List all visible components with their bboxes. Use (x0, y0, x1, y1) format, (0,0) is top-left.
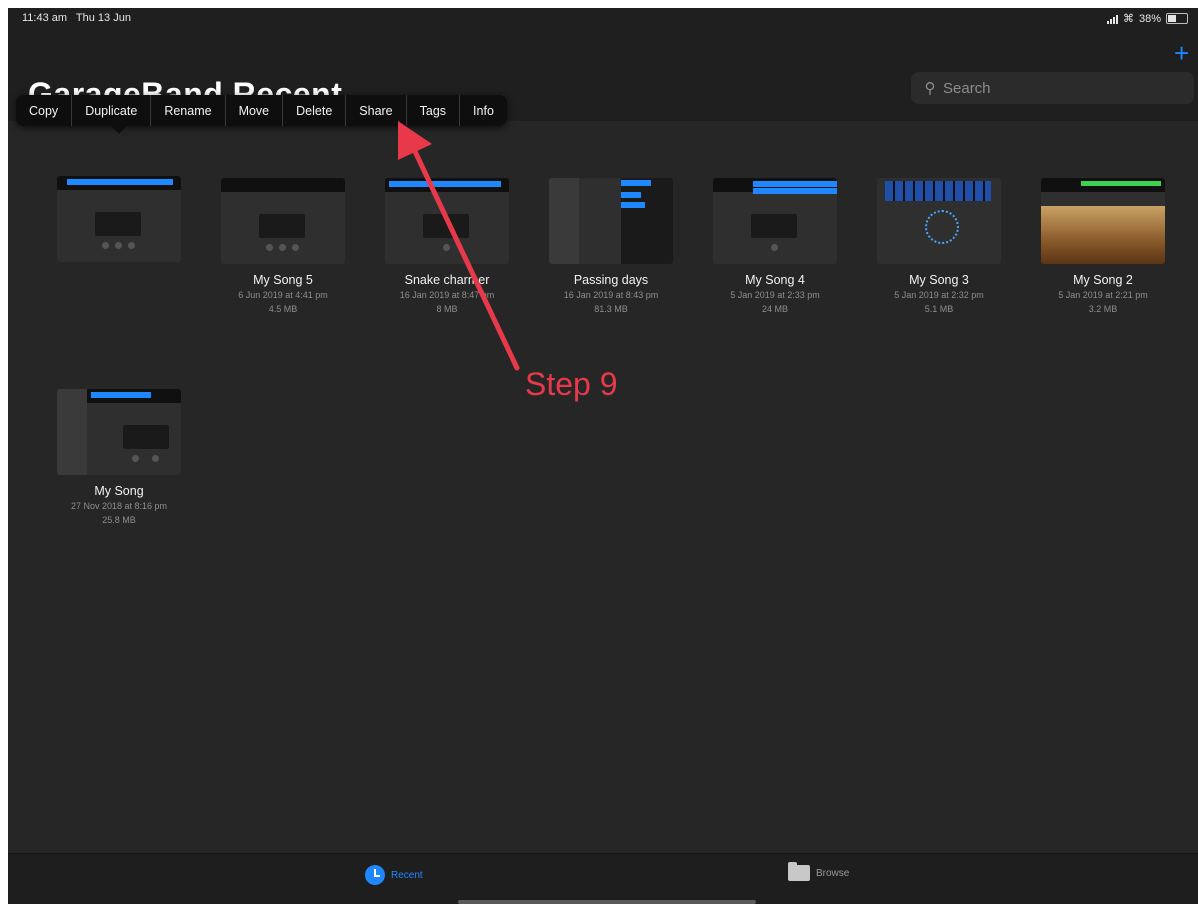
annotation-arrow (398, 121, 520, 371)
step-label: Step 9 (525, 366, 618, 402)
